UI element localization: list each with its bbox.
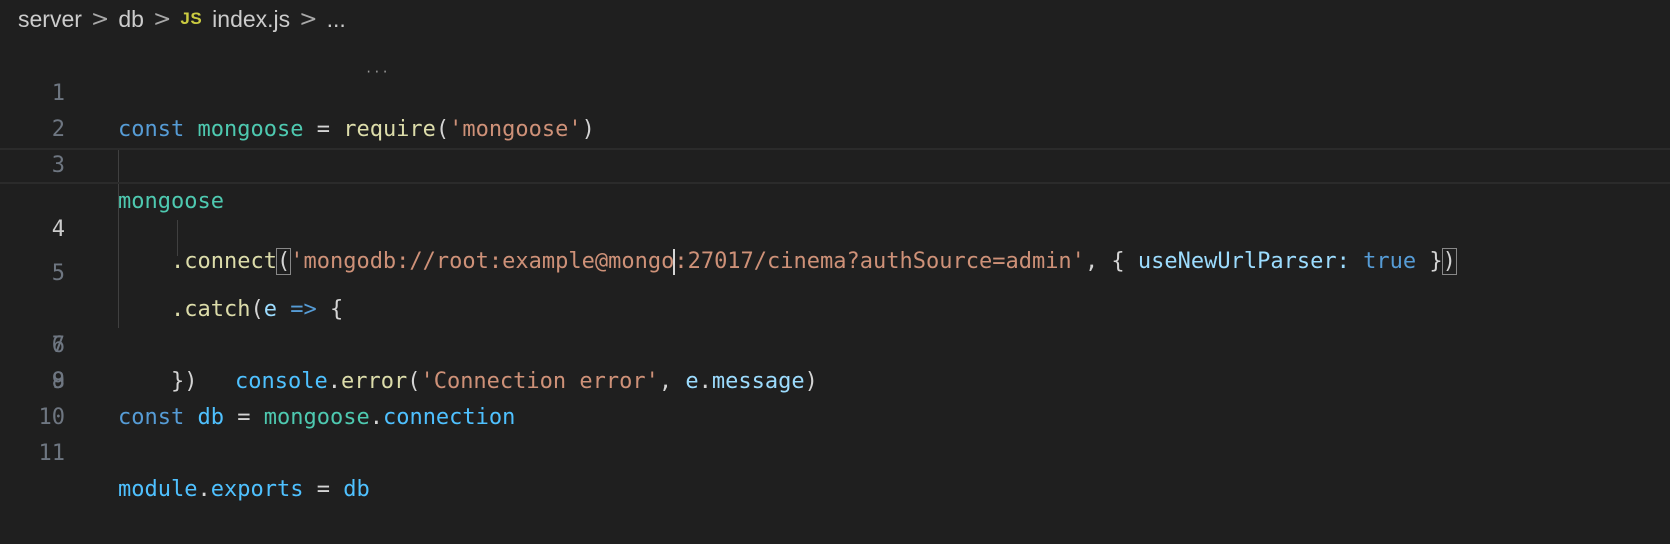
code-line[interactable]: 9 const db = mongoose.connection bbox=[0, 328, 1670, 430]
code-line[interactable]: 6 console.error('Connection error', e.me… bbox=[0, 220, 1670, 394]
code-line-current[interactable]: 4 .connect('mongodb://root:example@mongo… bbox=[0, 148, 1670, 275]
code-editor[interactable]: 1 const mongoose = require('mongoose') ·… bbox=[0, 40, 1670, 502]
code-line[interactable]: 5 .catch(e => { bbox=[0, 184, 1670, 322]
breadcrumb-item-server[interactable]: server bbox=[18, 6, 82, 33]
code-content[interactable]: module.exports = db bbox=[118, 472, 370, 508]
code-line[interactable]: 10 bbox=[0, 364, 1670, 430]
breadcrumb-item-db[interactable]: db bbox=[118, 6, 144, 33]
chevron-right-icon: > bbox=[152, 6, 172, 32]
indent-guide bbox=[118, 256, 119, 292]
module-token: module bbox=[118, 477, 198, 502]
code-line[interactable]: 7 }) bbox=[0, 256, 1670, 394]
indent-guide bbox=[177, 220, 178, 256]
dot-token: . bbox=[197, 477, 211, 502]
quick-fix-hint-icon[interactable]: ··· bbox=[365, 66, 390, 78]
code-line[interactable]: 2 bbox=[0, 76, 1670, 142]
chevron-right-icon: > bbox=[299, 6, 318, 32]
breadcrumb-item-symbols[interactable]: ... bbox=[327, 6, 346, 33]
variable-token: db bbox=[343, 477, 370, 502]
indent-guide bbox=[118, 292, 119, 328]
code-line[interactable]: 3 mongoose bbox=[0, 112, 1670, 214]
code-line[interactable]: 8 bbox=[0, 292, 1670, 394]
chevron-right-icon: > bbox=[90, 6, 110, 32]
line-number: 11 bbox=[38, 441, 66, 466]
property-token: exports bbox=[210, 477, 304, 502]
indent-guide bbox=[118, 150, 119, 182]
indent-guide bbox=[118, 184, 119, 220]
javascript-file-icon: JS bbox=[180, 9, 203, 28]
breadcrumb-item-file[interactable]: index.js bbox=[212, 6, 290, 33]
indent-guide bbox=[118, 220, 119, 256]
breadcrumb: server > db > JS index.js > ... bbox=[18, 0, 346, 38]
code-line[interactable]: 1 const mongoose = require('mongoose') ·… bbox=[0, 40, 1670, 142]
code-line[interactable]: 11 module.exports = db bbox=[0, 400, 1670, 502]
operator-token: = bbox=[303, 477, 344, 502]
